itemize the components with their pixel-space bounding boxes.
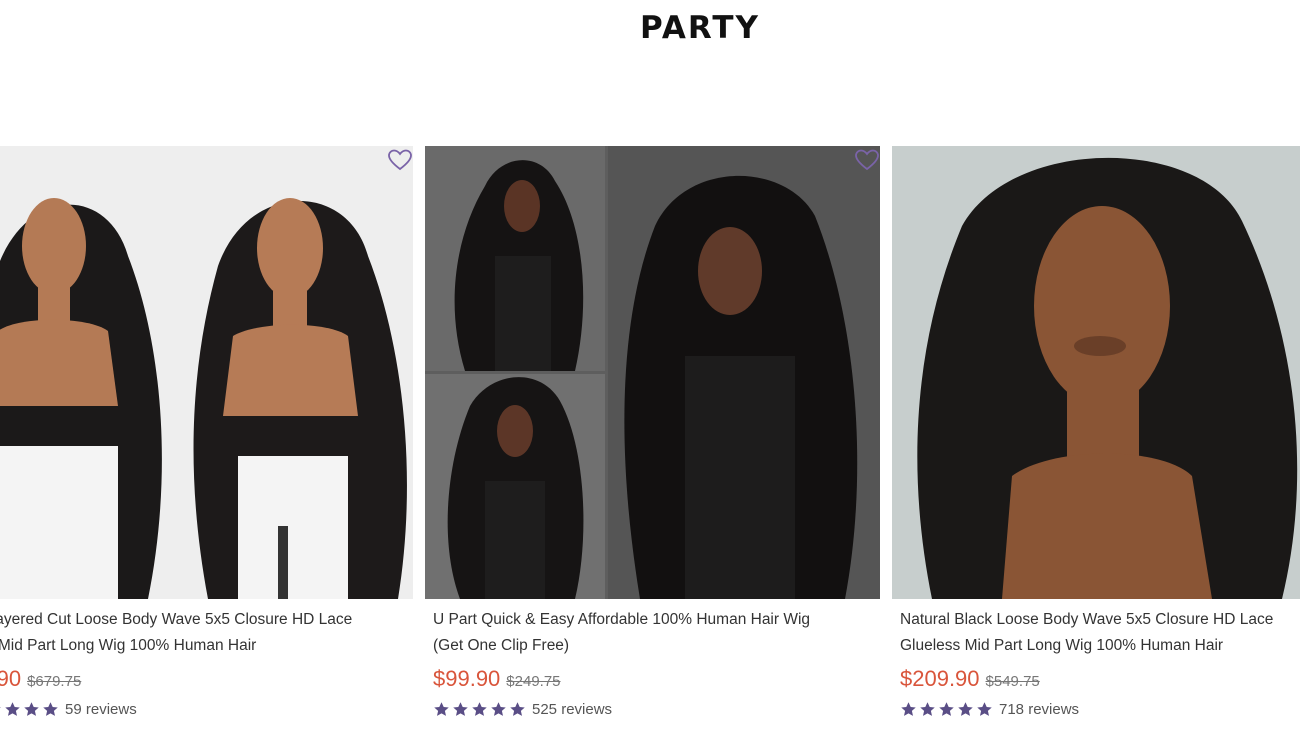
price-row: $99.90 $249.75 xyxy=(433,666,561,692)
star-icon xyxy=(434,702,449,716)
star-icon xyxy=(5,702,20,716)
star-icon xyxy=(453,702,468,716)
product-image[interactable] xyxy=(892,146,1300,599)
review-count[interactable]: 59 reviews xyxy=(65,701,137,718)
star-rating xyxy=(900,701,993,718)
review-count[interactable]: 718 reviews xyxy=(999,701,1079,718)
compare-price: $679.75 xyxy=(27,673,82,690)
product-photo-collage xyxy=(425,146,880,599)
star-icon xyxy=(901,702,916,716)
product-photo-two-mannequins xyxy=(0,146,413,599)
product-section: PARTY yered Cut Loose Body Wave 5x5 Clos… xyxy=(0,0,1300,731)
product-card[interactable]: U Part Quick & Easy Affordable 100% Huma… xyxy=(425,146,880,731)
product-card[interactable]: dy Layered Cut Loose Body Wave 5x5 Closu… xyxy=(0,146,413,731)
product-title[interactable]: Natural Black Loose Body Wave 5x5 Closur… xyxy=(900,607,1300,659)
sale-price: 49.90 xyxy=(0,666,22,691)
star-rating xyxy=(0,701,59,718)
compare-price: $249.75 xyxy=(506,673,561,690)
star-icon xyxy=(958,702,973,716)
section-title: PARTY xyxy=(640,10,760,46)
price-row: 49.90 $679.75 xyxy=(0,666,81,692)
compare-price: $549.75 xyxy=(985,673,1040,690)
star-icon xyxy=(472,702,487,716)
star-icon xyxy=(920,702,935,716)
product-title[interactable]: U Part Quick & Easy Affordable 100% Huma… xyxy=(433,607,873,659)
star-icon xyxy=(24,702,39,716)
sale-price: $99.90 xyxy=(433,666,501,691)
star-rating xyxy=(433,701,526,718)
product-photo-closeup xyxy=(892,146,1300,599)
rating-row: 59 reviews xyxy=(0,701,137,718)
star-icon xyxy=(939,702,954,716)
rating-row: 718 reviews xyxy=(900,701,1079,718)
star-icon xyxy=(0,707,1,709)
product-image[interactable] xyxy=(425,146,880,599)
review-count[interactable]: 525 reviews xyxy=(532,701,612,718)
sale-price: $209.90 xyxy=(900,666,980,691)
star-icon xyxy=(43,702,58,716)
rating-row: 525 reviews xyxy=(433,701,612,718)
wishlist-heart-icon[interactable] xyxy=(387,148,413,172)
product-title[interactable]: dy Layered Cut Loose Body Wave 5x5 Closu… xyxy=(0,607,406,659)
wishlist-heart-icon[interactable] xyxy=(854,148,880,172)
product-card[interactable]: Natural Black Loose Body Wave 5x5 Closur… xyxy=(892,146,1300,731)
product-image[interactable] xyxy=(0,146,413,599)
star-icon xyxy=(491,702,506,716)
star-icon xyxy=(977,702,992,716)
price-row: $209.90 $549.75 xyxy=(900,666,1040,692)
star-icon xyxy=(510,702,525,716)
